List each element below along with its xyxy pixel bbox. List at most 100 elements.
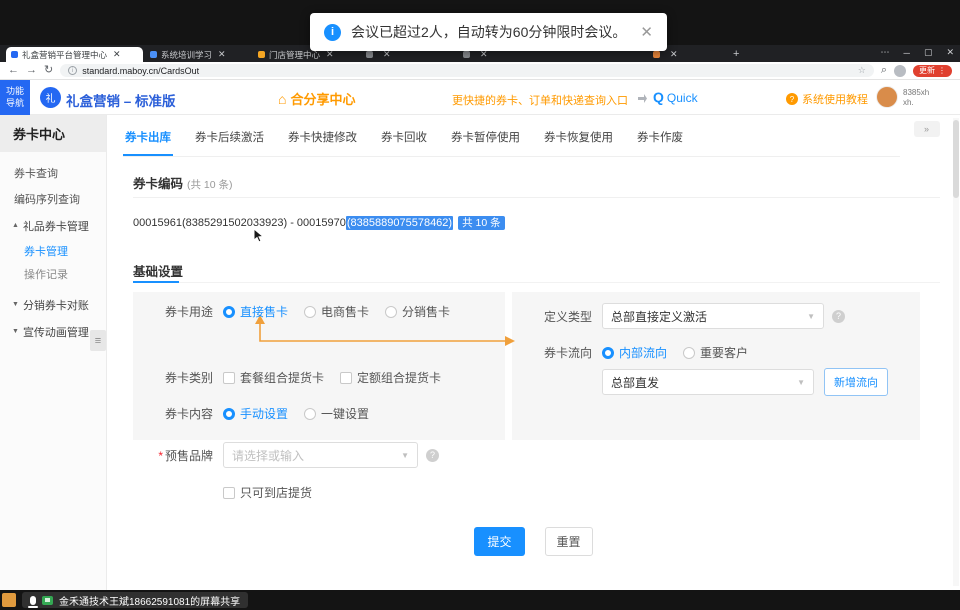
house-icon: ⌂ (278, 92, 286, 106)
tab-card-resume[interactable]: 券卡恢复使用 (542, 125, 615, 156)
site-info-icon[interactable]: i (68, 66, 77, 75)
browser-tab-label: 系统培训学习 (161, 49, 212, 61)
flow-target-select[interactable]: 总部直发 ▼ (602, 369, 814, 395)
forward-icon[interactable]: → (26, 65, 37, 76)
code-count-badge: 共 10 条 (458, 216, 505, 230)
favicon (653, 51, 660, 58)
browser-tab-2[interactable]: 系统培训学习 ✕ (145, 47, 251, 62)
share-center-label: 合分享中心 (290, 89, 355, 108)
basic-settings-title: 基础设置 (133, 261, 183, 280)
checkbox-fixed-combo-card[interactable]: 定额组合提货卡 (340, 369, 441, 386)
sidebar-item-card-management[interactable]: 券卡管理 (0, 239, 106, 262)
caret-down-icon: ▼ (12, 301, 19, 308)
radio-important-customer[interactable]: 重要客户 (683, 344, 748, 361)
tab-close-icon[interactable]: ✕ (218, 49, 226, 60)
window-close-icon[interactable]: ✕ (946, 47, 954, 58)
app-header: 功能 导航 礼 礼盒营销 – 标准版 ⌂ 合分享中心 更快捷的券卡、订单和快递查… (0, 80, 960, 115)
checkbox-combo-package-card[interactable]: 套餐组合提货卡 (223, 369, 324, 386)
presale-brand-select[interactable]: 请选择或输入 ▼ (223, 442, 418, 468)
tab-close-icon[interactable]: ✕ (113, 49, 121, 60)
sharer-avatar (2, 593, 16, 607)
browser-profile-avatar[interactable] (894, 65, 906, 77)
system-tutorial-link[interactable]: ? 系统使用教程 (786, 91, 868, 107)
submit-button[interactable]: 提交 (474, 527, 524, 556)
quick-link[interactable]: Q Quick (653, 89, 698, 105)
sidebar-item-card-query[interactable]: 券卡查询 (0, 160, 106, 186)
caret-down-icon: ▼ (12, 328, 19, 335)
chevron-down-icon: ▼ (807, 312, 815, 321)
url-text: standard.maboy.cn/CardsOut (82, 66, 199, 76)
help-icon[interactable]: ? (832, 310, 845, 323)
radio-one-click-setup[interactable]: 一键设置 (304, 405, 369, 422)
pointer-hand-icon (637, 93, 648, 104)
define-type-select[interactable]: 总部直接定义激活 ▼ (602, 303, 824, 329)
code-count: (共 10 条) (187, 179, 233, 191)
share-center-link[interactable]: ⌂ 合分享中心 (278, 89, 355, 108)
sidebar-collapse-toggle[interactable]: ≡ (90, 330, 106, 351)
tab-card-later-activate[interactable]: 券卡后续激活 (193, 125, 266, 156)
divider (133, 197, 940, 198)
checkbox-store-pickup-only[interactable]: 只可到店提货 (223, 484, 312, 501)
sidebar-group-gift-card-mgmt[interactable]: ▲ 礼品券卡管理 (0, 212, 106, 239)
user-name: 8385xh xh. (903, 88, 929, 109)
favicon (463, 51, 470, 58)
more-icon[interactable]: ⋯ (881, 47, 890, 58)
tab-card-void[interactable]: 券卡作废 (635, 125, 685, 156)
nav-label-2: 导航 (6, 98, 24, 109)
radio-internal-flow[interactable]: 内部流向 (602, 344, 667, 361)
code-range-line: 00015961(8385291502033923) - 00015970(83… (133, 215, 505, 231)
settings-form: 券卡用途 直接售卡 电商售卡 分销售卡 券卡类别 套餐组合提 (133, 292, 946, 510)
app-logo-icon: 礼 (40, 87, 61, 108)
radio-distribution-sale[interactable]: 分销售卡 (385, 303, 450, 320)
sidebar-group-distribution-reconcile[interactable]: ▼ 分销券卡对账 (0, 291, 106, 318)
favicon (150, 51, 157, 58)
radio-on-icon (223, 408, 235, 420)
radio-on-icon (602, 347, 614, 359)
tab-card-outbound[interactable]: 券卡出库 (123, 125, 173, 156)
function-nav-button[interactable]: 功能 导航 (0, 80, 30, 115)
usage-row: 券卡用途 直接售卡 电商售卡 分销售卡 (153, 303, 466, 320)
flow-target-row: 总部直发 ▼ 新增流向 (602, 368, 888, 396)
toast-close-icon[interactable]: ✕ (640, 23, 653, 41)
sidebar-item-code-sequence-query[interactable]: 编码序列查询 (0, 186, 106, 212)
promo-text: 更快捷的券卡、订单和快递查询入口 (452, 92, 628, 108)
bookmark-star-icon[interactable]: ☆ (858, 65, 866, 76)
user-avatar[interactable] (876, 86, 898, 108)
minimize-icon[interactable]: ─ (904, 48, 910, 58)
main-content: » 券卡出库 券卡后续激活 券卡快捷修改 券卡回收 券卡暂停使用 券卡恢复使用 … (107, 115, 960, 590)
sidebar: 券卡中心 券卡查询 编码序列查询 ▲ 礼品券卡管理 券卡管理 操作记录 ▼ 分销… (0, 115, 107, 590)
reset-button[interactable]: 重置 (545, 527, 593, 556)
tab-card-suspend[interactable]: 券卡暂停使用 (449, 125, 522, 156)
radio-ecommerce-sale[interactable]: 电商售卡 (304, 303, 369, 320)
form-actions: 提交 重置 (107, 527, 960, 556)
search-icon[interactable]: ⌕ (881, 65, 887, 76)
tabs-overflow-button[interactable]: » (914, 121, 940, 137)
tab-card-quick-edit[interactable]: 券卡快捷修改 (286, 125, 359, 156)
help-icon[interactable]: ? (426, 449, 439, 462)
sidebar-title: 券卡中心 (0, 115, 106, 152)
chevron-down-icon: ▼ (401, 451, 409, 460)
radio-direct-sale[interactable]: 直接售卡 (223, 303, 288, 320)
new-tab-icon[interactable]: + (733, 48, 739, 60)
tutorial-label: 系统使用教程 (802, 91, 868, 107)
url-field[interactable]: i standard.maboy.cn/CardsOut ☆ (60, 64, 874, 77)
select-value: 总部直发 (611, 374, 659, 391)
maximize-icon[interactable]: ▢ (924, 47, 933, 58)
code-range-selected: (8385889075578462) (346, 216, 453, 230)
add-flow-button[interactable]: 新增流向 (824, 368, 888, 396)
screen-share-icon (42, 596, 53, 605)
radio-manual-setup[interactable]: 手动设置 (223, 405, 288, 422)
sidebar-item-operation-log[interactable]: 操作记录 (0, 262, 106, 285)
tab-card-recycle[interactable]: 券卡回收 (379, 125, 429, 156)
back-icon[interactable]: ← (8, 65, 19, 76)
select-placeholder: 请选择或输入 (232, 447, 304, 464)
define-type-label: 定义类型 (532, 308, 592, 325)
reload-icon[interactable]: ↻ (44, 65, 53, 76)
browser-update-button[interactable]: 更新 ⋮ (913, 65, 952, 77)
scrollbar-thumb[interactable] (953, 120, 959, 198)
favicon (258, 51, 265, 58)
meeting-toast: i 会议已超过2人，自动转为60分钟限时会议。 ✕ (310, 13, 667, 51)
browser-tab-1[interactable]: 礼盒营销平台管理中心 ✕ (6, 47, 143, 62)
radio-on-icon (223, 306, 235, 318)
tab-close-icon[interactable]: ✕ (670, 49, 678, 60)
